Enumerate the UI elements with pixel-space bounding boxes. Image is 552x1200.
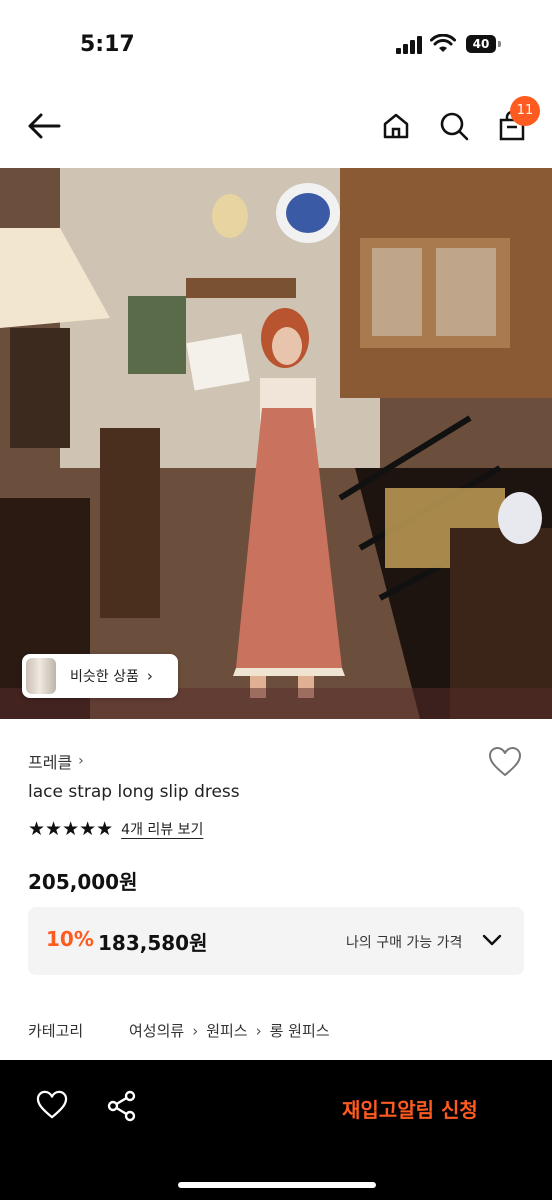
product-title: lace strap long slip dress xyxy=(28,782,240,802)
signal-icon xyxy=(396,36,422,54)
chevron-right-icon: › xyxy=(78,753,84,769)
discount-rate: 10% xyxy=(46,927,94,951)
home-button[interactable] xyxy=(378,108,414,144)
restock-alert-button[interactable]: 재입고알림 신청 xyxy=(342,1094,478,1123)
heart-icon xyxy=(489,747,521,776)
rating-row: ★★★★★ 4개 리뷰 보기 xyxy=(28,818,203,840)
breadcrumb-item[interactable]: 여성의류 xyxy=(129,1020,184,1041)
back-button[interactable] xyxy=(26,108,62,144)
wishlist-button[interactable] xyxy=(488,746,522,782)
heart-icon xyxy=(36,1090,68,1119)
cart-count-badge: 11 xyxy=(510,96,540,126)
breadcrumb-item[interactable]: 원피스 xyxy=(206,1020,247,1041)
discount-price: 183,580원 xyxy=(98,931,208,955)
search-icon xyxy=(440,112,469,141)
home-icon xyxy=(383,113,409,139)
brand-link[interactable]: 프레클 › xyxy=(28,749,84,773)
home-indicator xyxy=(178,1182,376,1188)
bottom-action-bar: 재입고알림 신청 xyxy=(0,1060,552,1200)
purchase-price-box[interactable]: 10% 183,580원 나의 구매 가능 가격 xyxy=(28,907,524,975)
back-arrow-icon xyxy=(28,113,61,139)
product-photo xyxy=(0,168,552,719)
similar-products-label: 비슷한 상품 xyxy=(70,669,139,685)
search-button[interactable] xyxy=(436,108,472,144)
my-price-label: 나의 구매 가능 가격 xyxy=(346,935,463,951)
share-icon xyxy=(107,1090,136,1122)
product-image[interactable] xyxy=(0,168,552,719)
status-bar: 5:17 40 xyxy=(0,0,552,90)
breadcrumb-separator: › xyxy=(192,1021,199,1040)
battery-tip xyxy=(498,41,501,47)
breadcrumb-separator: › xyxy=(255,1021,262,1040)
battery-icon: 40 xyxy=(466,35,496,53)
chevron-right-icon: › xyxy=(146,667,153,685)
share-button[interactable] xyxy=(106,1090,138,1126)
similar-products-button[interactable]: 비슷한 상품 › xyxy=(22,654,178,698)
similar-thumbnail xyxy=(26,658,56,694)
brand-name: 프레클 xyxy=(28,753,73,772)
original-price: 205,000원 xyxy=(28,870,138,894)
rating-stars: ★★★★★ xyxy=(28,818,114,840)
wifi-icon xyxy=(430,34,456,52)
bottom-wishlist-button[interactable] xyxy=(36,1090,68,1124)
top-nav xyxy=(0,90,552,168)
status-time: 5:17 xyxy=(80,32,135,57)
breadcrumb: 여성의류 › 원피스 › 롱 원피스 xyxy=(129,1020,330,1041)
review-link[interactable]: 4개 리뷰 보기 xyxy=(121,819,203,839)
breadcrumb-item[interactable]: 롱 원피스 xyxy=(270,1020,330,1041)
chevron-down-icon xyxy=(482,934,502,946)
category-label: 카테고리 xyxy=(28,1022,84,1040)
